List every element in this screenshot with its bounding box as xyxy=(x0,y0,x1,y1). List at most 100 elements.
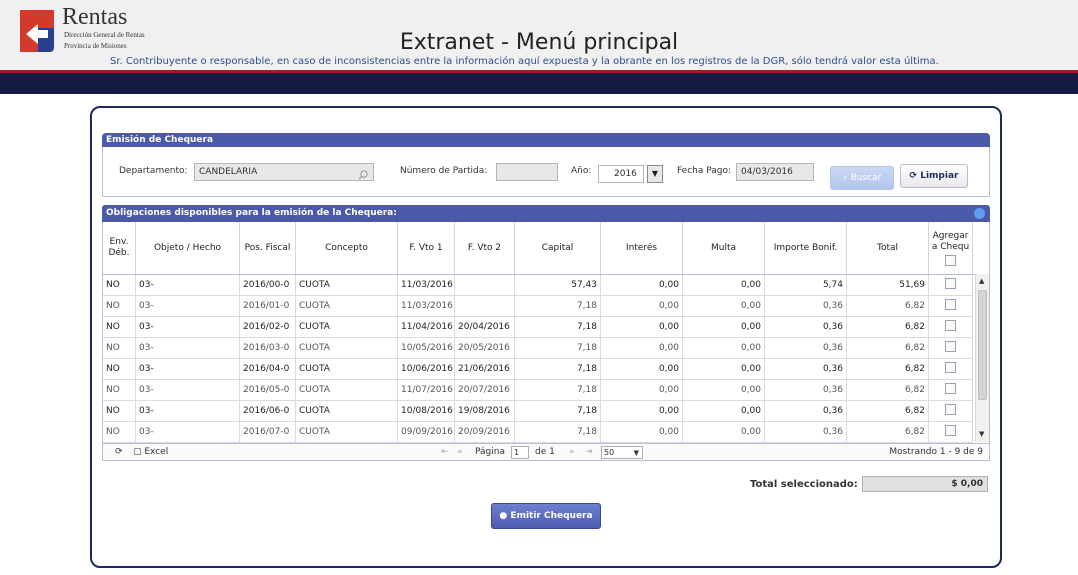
cell-env: NO xyxy=(103,359,136,379)
excel-button[interactable]: ▢ Excel xyxy=(133,447,168,457)
prev-page-icon[interactable]: « xyxy=(457,447,463,457)
column-header-objeto[interactable]: Objeto / Hecho xyxy=(136,222,240,274)
cell-capital: 7,18 xyxy=(515,380,601,400)
first-page-icon[interactable]: ⇤ xyxy=(441,447,449,457)
scroll-down-icon[interactable]: ▼ xyxy=(979,430,984,438)
cell-capital: 57,43 xyxy=(515,275,601,295)
row-checkbox[interactable] xyxy=(945,404,956,415)
search-icon[interactable] xyxy=(356,166,370,180)
table-row[interactable]: NO 03- 2016/06-0 CUOTA 10/08/2016 19/08/2016 7… xyxy=(103,401,973,422)
cell-agregar xyxy=(929,338,973,358)
cell-concepto: CUOTA xyxy=(296,317,398,337)
row-checkbox[interactable] xyxy=(945,425,956,436)
limpiar-label: Limpiar xyxy=(920,171,959,181)
cell-bonif: 0,36 xyxy=(765,380,847,400)
column-header-multa[interactable]: Multa xyxy=(683,222,765,274)
table-row[interactable]: NO 03- 2016/03-0 CUOTA 10/05/2016 20/05/2016 7… xyxy=(103,338,973,359)
row-checkbox[interactable] xyxy=(945,362,956,373)
page-title: Extranet - Menú principal xyxy=(399,30,679,55)
column-header-fvto2[interactable]: F. Vto 2 xyxy=(455,222,515,274)
cell-env: NO xyxy=(103,317,136,337)
row-checkbox[interactable] xyxy=(945,341,956,352)
scroll-up-icon[interactable]: ▲ xyxy=(979,277,984,285)
fecha-input[interactable]: 04/03/2016 xyxy=(736,163,814,181)
cell-fvto2: 20/09/2016 xyxy=(455,422,515,442)
column-header-total[interactable]: Total xyxy=(847,222,929,274)
page-input[interactable]: 1 xyxy=(511,446,529,459)
cell-multa: 0,00 xyxy=(683,401,765,421)
cell-pos: 2016/06-0 xyxy=(240,401,296,421)
column-header-fvto1[interactable]: F. Vto 1 xyxy=(398,222,455,274)
search-icon: ⌕ xyxy=(842,173,851,183)
pager: ⟳ ▢ Excel ⇤ « Página 1 de 1 » ⇥ 50 ▼ Most… xyxy=(102,443,990,461)
print-icon: ● xyxy=(499,511,511,521)
cell-fvto1: 10/08/2016 xyxy=(398,401,455,421)
cell-env: NO xyxy=(103,275,136,295)
table-row[interactable]: NO 03- 2016/07-0 CUOTA 09/09/2016 20/09/2016 7… xyxy=(103,422,973,443)
cell-objeto: 03- xyxy=(136,338,240,358)
column-header-pos[interactable]: Pos. Fiscal xyxy=(240,222,296,274)
table-row[interactable]: NO 03- 2016/01-0 CUOTA 11/03/2016 7,18 0,00 0,0… xyxy=(103,296,973,317)
table-row[interactable]: NO 03- 2016/00-0 CUOTA 11/03/2016 57,43 0,00 0,… xyxy=(103,275,973,296)
page-size-select[interactable]: 50 ▼ xyxy=(601,446,643,459)
cell-capital: 7,18 xyxy=(515,359,601,379)
disclaimer-text: Sr. Contribuyente o responsable, en caso… xyxy=(110,56,939,67)
select-all-checkbox[interactable] xyxy=(945,254,956,266)
row-checkbox[interactable] xyxy=(945,278,956,289)
partida-input[interactable] xyxy=(496,163,558,181)
collapse-icon[interactable] xyxy=(974,208,985,219)
emitir-chequera-button[interactable]: ● Emitir Chequera xyxy=(491,503,601,529)
excel-label: Excel xyxy=(144,447,169,457)
last-page-icon[interactable]: ⇥ xyxy=(585,447,593,457)
cell-interes: 0,00 xyxy=(601,359,683,379)
emitir-label: Emitir Chequera xyxy=(510,511,593,521)
cell-capital: 7,18 xyxy=(515,317,601,337)
column-header-capital[interactable]: Capital xyxy=(515,222,601,274)
cell-multa: 0,00 xyxy=(683,422,765,442)
column-header-interes[interactable]: Interés xyxy=(601,222,683,274)
table-header: Env. Déb. Objeto / Hecho Pos. Fiscal Con… xyxy=(103,222,989,275)
departamento-input[interactable]: CANDELARIA xyxy=(194,163,374,181)
buscar-button[interactable]: ⌕ Buscar xyxy=(830,166,894,190)
brand-name: Rentas xyxy=(62,4,128,30)
row-checkbox[interactable] xyxy=(945,383,956,394)
anio-label: Año: xyxy=(571,166,592,176)
limpiar-button[interactable]: ⟳ Limpiar xyxy=(900,164,968,188)
cell-concepto: CUOTA xyxy=(296,275,398,295)
scrollbar-thumb[interactable] xyxy=(978,290,987,400)
cell-fvto1: 10/06/2016 xyxy=(398,359,455,379)
cell-agregar xyxy=(929,317,973,337)
row-checkbox[interactable] xyxy=(945,320,956,331)
cell-interes: 0,00 xyxy=(601,422,683,442)
cell-agregar xyxy=(929,359,973,379)
cell-agregar xyxy=(929,380,973,400)
cell-total: 51,69 xyxy=(847,275,929,295)
chevron-down-icon[interactable]: ▼ xyxy=(647,165,663,183)
column-header-concepto[interactable]: Concepto xyxy=(296,222,398,274)
refresh-icon[interactable]: ⟳ xyxy=(115,447,123,457)
cell-objeto: 03- xyxy=(136,275,240,295)
table-row[interactable]: NO 03- 2016/02-0 CUOTA 11/04/2016 20/04/2016 7… xyxy=(103,317,973,338)
cell-concepto: CUOTA xyxy=(296,359,398,379)
cell-multa: 0,00 xyxy=(683,275,765,295)
cell-agregar xyxy=(929,275,973,295)
page-size-value: 50 xyxy=(604,448,615,457)
column-header-env[interactable]: Env. Déb. xyxy=(103,222,136,274)
column-header-bonif[interactable]: Importe Bonif. xyxy=(765,222,847,274)
table-row[interactable]: NO 03- 2016/05-0 CUOTA 11/07/2016 20/07/2016 7… xyxy=(103,380,973,401)
anio-select[interactable]: 2016 xyxy=(598,165,644,183)
vertical-scrollbar[interactable]: ▲ ▼ xyxy=(975,274,989,442)
cell-objeto: 03- xyxy=(136,401,240,421)
departamento-label: Departamento: xyxy=(119,166,188,176)
cell-concepto: CUOTA xyxy=(296,338,398,358)
cell-fvto2 xyxy=(455,275,515,295)
cell-objeto: 03- xyxy=(136,317,240,337)
table-row[interactable]: NO 03- 2016/04-0 CUOTA 10/06/2016 21/06/2016 7… xyxy=(103,359,973,380)
row-checkbox[interactable] xyxy=(945,299,956,310)
cell-interes: 0,00 xyxy=(601,380,683,400)
cell-pos: 2016/04-0 xyxy=(240,359,296,379)
cell-total: 6,82 xyxy=(847,338,929,358)
total-seleccionado-value: $ 0,00 xyxy=(862,476,988,492)
column-header-agregar[interactable]: Agregar a Chequ xyxy=(929,222,973,274)
next-page-icon[interactable]: » xyxy=(569,447,575,457)
